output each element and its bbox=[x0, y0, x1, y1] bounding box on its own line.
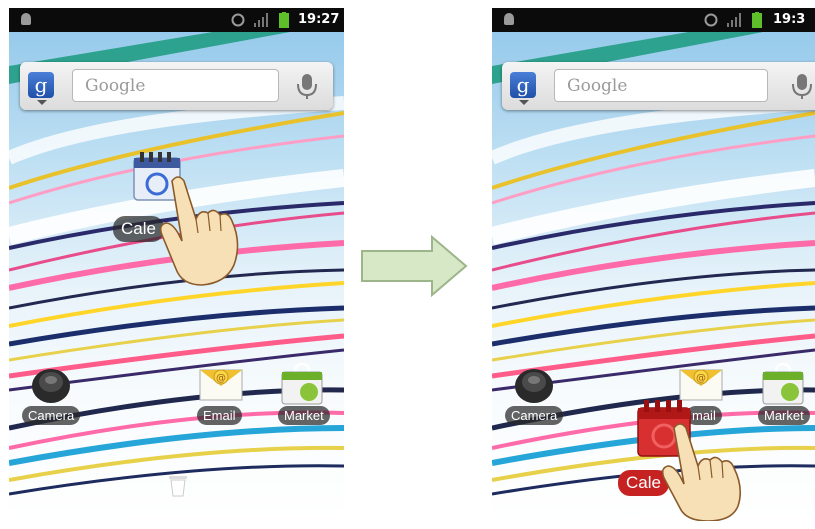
signal-icon bbox=[727, 13, 741, 27]
status-bar: 19:3 bbox=[492, 8, 815, 32]
email-label: Email bbox=[197, 406, 242, 425]
market-icon[interactable] bbox=[760, 362, 806, 406]
search-input[interactable]: Google bbox=[72, 69, 279, 102]
email-icon[interactable]: @ bbox=[198, 364, 244, 404]
camera-label: Camera bbox=[505, 406, 564, 425]
google-logo-icon[interactable]: g bbox=[510, 72, 536, 98]
home-screen-after: 19:3 g Google Camera @ mail Market Cale bbox=[492, 8, 815, 521]
android-debug-icon bbox=[504, 13, 514, 25]
pointing-hand-icon bbox=[159, 176, 239, 286]
home-screen-before: 19:27 g Google Cale Camera @ Email Marke… bbox=[9, 8, 344, 521]
search-source-dropdown-icon[interactable] bbox=[37, 100, 47, 105]
svg-text:@: @ bbox=[696, 373, 706, 384]
status-bar: 19:27 bbox=[9, 8, 344, 32]
status-time: 19:3 bbox=[773, 12, 806, 27]
market-icon[interactable] bbox=[279, 362, 325, 406]
market-label: Market bbox=[278, 406, 330, 425]
market-label: Market bbox=[758, 406, 810, 425]
camera-icon[interactable] bbox=[29, 362, 73, 406]
search-source-dropdown-icon[interactable] bbox=[519, 100, 529, 105]
microphone-icon[interactable] bbox=[287, 69, 327, 102]
status-time: 19:27 bbox=[298, 12, 340, 27]
sync-icon bbox=[231, 13, 245, 27]
google-logo-icon[interactable]: g bbox=[28, 72, 54, 98]
microphone-icon[interactable] bbox=[782, 69, 815, 102]
trash-icon bbox=[169, 476, 187, 497]
pointing-hand-icon bbox=[661, 423, 742, 521]
sync-icon bbox=[704, 13, 718, 27]
camera-label: Camera bbox=[22, 406, 81, 425]
battery-icon bbox=[752, 12, 762, 28]
search-input[interactable]: Google bbox=[554, 69, 768, 102]
battery-icon bbox=[279, 12, 289, 28]
google-search-widget[interactable]: g Google bbox=[502, 62, 815, 110]
signal-icon bbox=[254, 13, 268, 27]
android-debug-icon bbox=[21, 13, 31, 25]
svg-text:@: @ bbox=[216, 373, 226, 384]
google-search-widget[interactable]: g Google bbox=[20, 62, 333, 110]
arrow-right-icon bbox=[361, 235, 468, 297]
camera-icon[interactable] bbox=[512, 362, 556, 406]
